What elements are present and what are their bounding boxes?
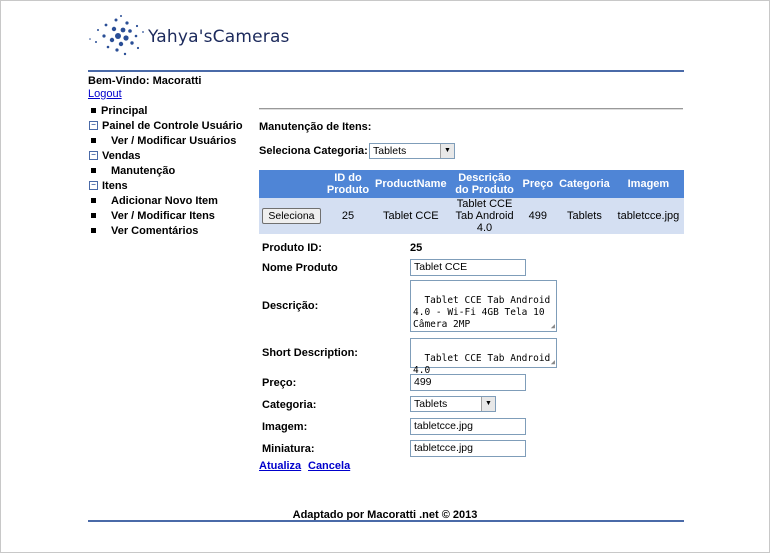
nav-label: Adicionar Novo Item [111,195,218,207]
bullet-icon [91,227,96,233]
grid-cell-description: Tablet CCE Tab Android 4.0 [449,198,520,234]
welcome-text: Bem-Vindo: Macoratti [88,75,202,87]
table-row: Seleciona 25 Tablet CCE Tablet CCE Tab A… [259,198,684,234]
grid-cell-category: Tablets [556,198,613,234]
categoria-select[interactable]: Tablets ▼ [410,396,496,412]
miniatura-input[interactable]: tabletcce.jpg [410,440,526,457]
category-filter-value: Tablets [373,145,407,157]
short-description-textarea[interactable]: Tablet CCE Tab Android 4.0 ◢ [410,338,557,376]
bullet-icon [91,197,96,203]
nav-item-manutencao[interactable]: Manutenção [91,165,175,177]
categoria-value: Tablets [414,398,448,410]
category-filter-select[interactable]: Tablets ▼ [369,143,455,159]
grid-cell-select: Seleciona [259,198,324,234]
grid-header-id: ID do Produto [323,170,373,198]
resize-grip-icon[interactable]: ◢ [551,359,555,366]
imagem-input[interactable]: tabletcce.jpg [410,418,526,435]
nome-produto-label: Nome Produto [262,262,338,274]
grid-header-select [259,170,324,198]
collapse-icon[interactable]: − [89,150,98,160]
nav-label: Ver Comentários [111,225,199,237]
miniatura-label: Miniatura: [262,443,315,455]
nav-item-ver-modificar-itens[interactable]: Ver / Modificar Itens [91,210,215,222]
category-filter-label: Seleciona Categoria: [259,145,368,157]
select-row-button[interactable]: Seleciona [262,208,321,224]
nav-label: Ver / Modificar Itens [111,210,215,222]
grid-cell-name: Tablet CCE [372,198,450,234]
grid-header-descricao: Descrição do Produto [449,170,520,198]
chevron-down-icon[interactable]: ▼ [481,397,495,411]
bullet-icon [91,212,96,218]
logout-link[interactable]: Logout [88,88,122,100]
nav-item-itens[interactable]: − Itens [89,180,128,192]
descricao-text: Tablet CCE Tab Android 4.0 - Wi-Fi 4GB T… [413,295,557,330]
chevron-down-icon[interactable]: ▼ [440,144,454,158]
nav-item-vendas[interactable]: − Vendas [89,150,141,162]
preco-label: Preço: [262,377,297,389]
grid-cell-image: tabletcce.jpg [612,198,684,234]
nav-item-adicionar-novo-item[interactable]: Adicionar Novo Item [91,195,218,207]
nav-label: Painel de Controle Usuário [102,120,243,132]
categoria-label: Categoria: [262,399,317,411]
grid-header-categoria: Categoria [556,170,613,198]
nav-label: Ver / Modificar Usuários [111,135,237,147]
preco-input[interactable]: 499 [410,374,526,391]
grid-header-imagem: Imagem [612,170,684,198]
grid-cell-price: 499 [519,198,557,234]
content-rule [259,108,683,110]
bullet-icon [91,107,96,113]
nav-label: Manutenção [111,165,176,177]
nav-item-ver-modificar-usuarios[interactable]: Ver / Modificar Usuários [91,135,236,147]
grid-cell-id: 25 [323,198,373,234]
descricao-label: Descrição: [262,300,319,312]
products-grid: ID do Produto ProductName Descrição do P… [259,170,684,234]
imagem-label: Imagem: [262,421,308,433]
produto-id-value: 25 [410,242,423,254]
grid-header-preco: Preço [519,170,557,198]
grid-header-productname: ProductName [372,170,450,198]
nome-produto-input[interactable]: Tablet CCE [410,259,526,276]
bullet-icon [91,137,96,143]
header-rule [88,70,684,72]
nav-label: Principal [101,105,148,117]
descricao-textarea[interactable]: Tablet CCE Tab Android 4.0 - Wi-Fi 4GB T… [410,280,557,332]
cancela-link[interactable]: Cancela [308,460,350,472]
page-title: Manutenção de Itens: [259,121,372,133]
nav-item-ver-comentarios[interactable]: Ver Comentários [91,225,198,237]
atualiza-link[interactable]: Atualiza [259,460,301,472]
produto-id-label: Produto ID: [262,242,322,254]
footer-rule [88,520,684,522]
collapse-icon[interactable]: − [89,180,98,190]
nav-label: Itens [102,180,128,192]
nav-item-principal[interactable]: Principal [91,105,147,117]
collapse-icon[interactable]: − [89,120,98,130]
logo-text: Yahya'sCameras [148,27,290,47]
bullet-icon [91,167,96,173]
grid-header-row: ID do Produto ProductName Descrição do P… [259,170,684,198]
nav-item-painel[interactable]: − Painel de Controle Usuário [89,120,243,132]
short-description-label: Short Description: [262,347,358,359]
resize-grip-icon[interactable]: ◢ [551,323,555,330]
nav-label: Vendas [102,150,141,162]
